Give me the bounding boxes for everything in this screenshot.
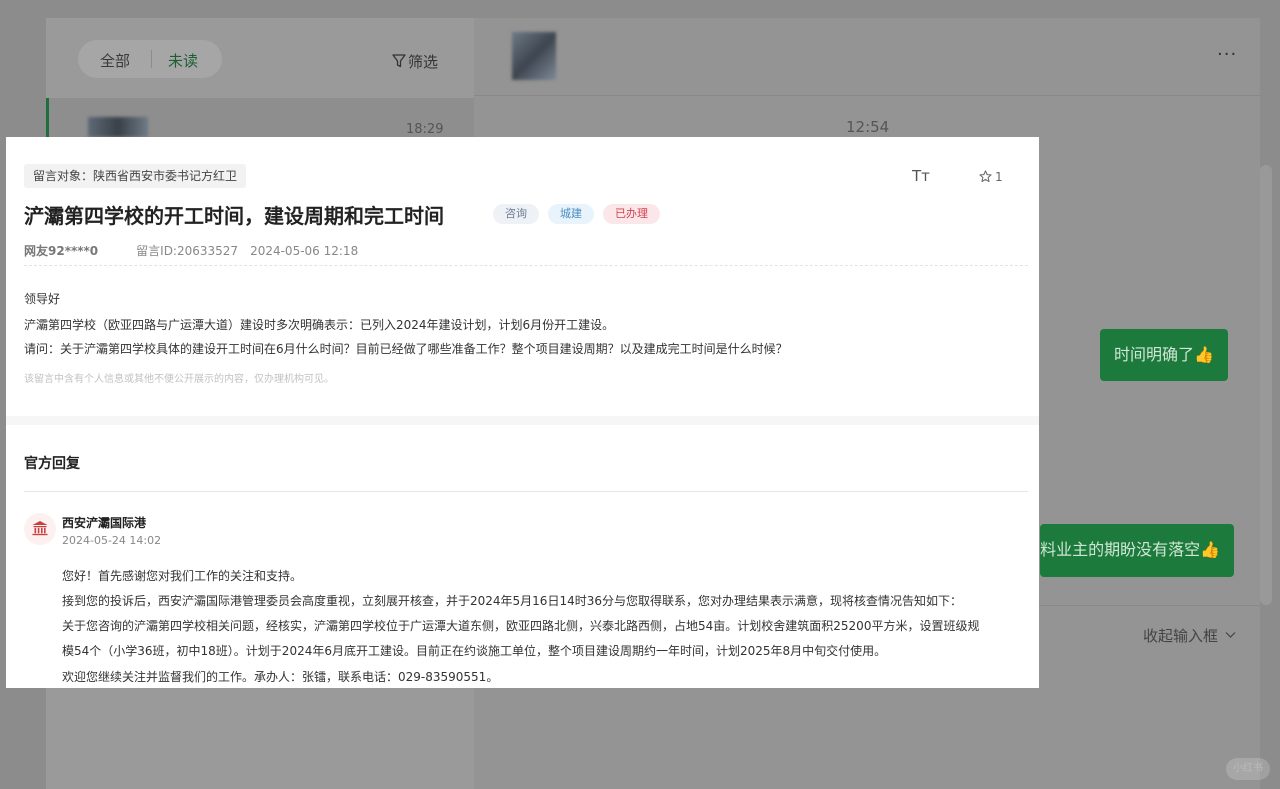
- favorite-button[interactable]: 1: [979, 170, 1003, 184]
- chat-timestamp: 12:54: [846, 118, 890, 136]
- conversation-avatar: [88, 117, 148, 137]
- star-icon: [979, 170, 992, 183]
- more-menu-icon[interactable]: ···: [1217, 44, 1237, 65]
- tab-all[interactable]: 全部: [100, 50, 130, 71]
- message-filter-tabs: 全部 未读: [78, 40, 222, 78]
- reply-body-line: 欢迎您继续关注并监督我们的工作。承办人：张镭，联系电话：029-83590551…: [62, 670, 499, 684]
- tag-city: 城建: [548, 204, 594, 224]
- message-target-chip: 留言对象：陕西省西安市委书记方红卫: [24, 164, 247, 188]
- section-gap: [6, 416, 1039, 425]
- filter-label: 筛选: [408, 53, 439, 71]
- reply-divider: [24, 491, 1028, 492]
- collapse-input-label: 收起输入框: [1143, 627, 1219, 645]
- scrollbar[interactable]: [1260, 165, 1272, 605]
- chevron-down-icon: [1225, 632, 1236, 638]
- message-date: 2024-05-06 12:18: [250, 244, 359, 258]
- message-body-line: 领导好: [24, 292, 61, 306]
- watermark: 小红书: [1226, 758, 1270, 780]
- reply-body-line: 接到您的投诉后，西安浐灞国际港管理委员会高度重视，立刻展开核查，并于2024年5…: [62, 594, 962, 608]
- privacy-note: 该留言中含有个人信息或其他不便公开展示的内容，仅办理机构可见。: [24, 374, 334, 385]
- reply-body-line: 您好！首先感谢您对我们工作的关注和支持。: [62, 569, 303, 583]
- tab-unread[interactable]: 未读: [168, 50, 198, 71]
- message-body-line: 请问：关于浐灞第四学校具体的建设开工时间在6月什么时间？目前已经做了哪些准备工作…: [24, 342, 788, 356]
- status-badge: 已办理: [603, 204, 660, 224]
- message-body-line: 浐灞第四学校（欧亚四路与广运潭大道）建设时多次明确表示：已列入2024年建设计划…: [24, 318, 615, 332]
- chat-bubble-text: 料业主的期盼没有落空👍: [1040, 540, 1220, 559]
- star-count: 1: [995, 170, 1003, 184]
- reply-date: 2024-05-24 14:02: [62, 534, 162, 547]
- collapse-input-button[interactable]: 收起输入框: [1143, 625, 1236, 646]
- tag-list: 咨询 城建 已办理: [493, 204, 660, 224]
- reply-body-line: 关于您咨询的浐灞第四学校相关问题，经核实，浐灞第四学校位于广运潭大道东侧，欧亚四…: [62, 619, 980, 633]
- message-detail-card: 留言对象：陕西省西安市委书记方红卫 Tт 1 浐灞第四学校的开工时间，建设周期和…: [6, 137, 1039, 688]
- official-reply-heading: 官方回复: [24, 456, 80, 472]
- message-id: 留言ID:20633527: [136, 244, 239, 258]
- message-title: 浐灞第四学校的开工时间，建设周期和完工时间: [24, 204, 444, 228]
- tab-divider: [151, 50, 152, 68]
- chat-header: [474, 18, 1260, 96]
- filter-button[interactable]: 筛选: [392, 51, 438, 72]
- tag-consult: 咨询: [493, 204, 539, 224]
- font-size-icon[interactable]: Tт: [912, 167, 930, 185]
- funnel-icon: [392, 54, 406, 68]
- reply-body-line: 模54个（小学36班，初中18班）。计划于2024年6月底开工建设。目前正在约谈…: [62, 644, 887, 658]
- chat-bubble: 料业主的期盼没有落空👍: [1040, 524, 1234, 577]
- government-building-icon: [24, 513, 56, 545]
- chat-bubble: 时间明确了👍: [1100, 329, 1228, 381]
- conversation-time: 18:29: [406, 122, 444, 137]
- author-name: 网友92****0: [24, 244, 99, 258]
- reply-org-name: 西安浐灞国际港: [62, 516, 147, 530]
- meta-divider: [24, 265, 1028, 266]
- message-meta: 网友92****0 留言ID:20633527 2024-05-06 12:18: [24, 242, 358, 259]
- contact-avatar: [512, 32, 556, 80]
